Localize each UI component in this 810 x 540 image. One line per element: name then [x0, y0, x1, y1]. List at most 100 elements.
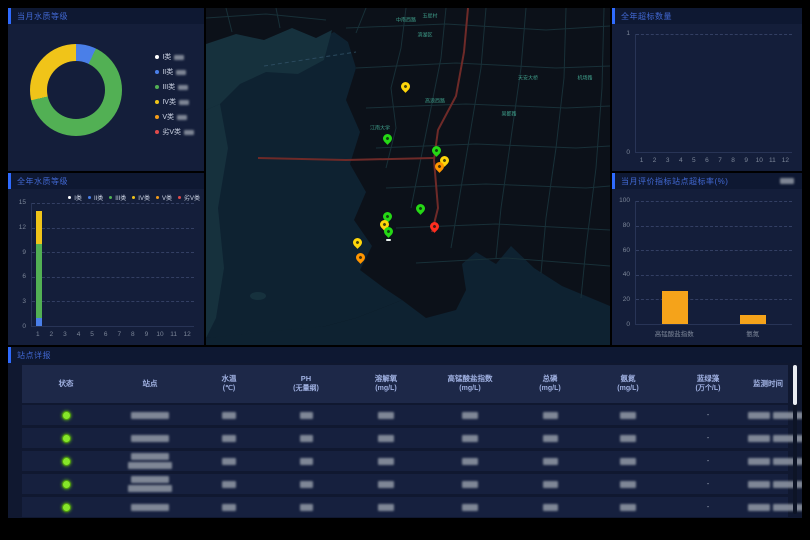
panel-month-grade: 当月水质等级 I类II类III类IV类V类劣V类 — [8, 8, 204, 171]
value-masked — [222, 504, 236, 511]
x-tick-label: 5 — [85, 331, 99, 338]
bar-slot — [167, 203, 181, 326]
bar-slot — [113, 203, 127, 326]
table-cell — [22, 480, 110, 489]
status-dot-icon — [62, 457, 71, 466]
table-cell — [428, 458, 512, 465]
panel-title: 当月评价指标站点超标率(%) — [621, 176, 728, 187]
table-cell: - — [668, 412, 748, 419]
legend-dot-icon — [155, 115, 159, 119]
legend-dot-icon — [156, 196, 159, 199]
map-place-label: 机场路 — [577, 75, 592, 82]
bar-slot — [714, 34, 727, 152]
y-tick-label: 0 — [22, 323, 26, 330]
bar-slot — [636, 201, 714, 324]
map[interactable]: 中南西路五星村滨湖区天安大桥机场路高浪西路吴都路江南大学 — [206, 8, 610, 345]
table-cell — [268, 435, 344, 442]
time-clock-masked — [773, 412, 802, 419]
bar-slot — [181, 203, 195, 326]
value-masked — [620, 435, 636, 442]
bar-slot — [86, 203, 100, 326]
table-scrollbar[interactable] — [793, 365, 797, 514]
time-date-masked — [748, 435, 770, 442]
algae-value: - — [707, 504, 709, 511]
time-date-masked — [748, 412, 770, 419]
value-masked — [543, 412, 558, 419]
plot-area — [635, 201, 792, 325]
value-masked — [378, 435, 394, 442]
map-pin[interactable] — [351, 236, 364, 249]
time-clock-masked — [773, 481, 802, 488]
y-tick-label: 12 — [19, 224, 26, 231]
x-axis: 123456789101112 — [31, 328, 194, 341]
table-column-header: 溶解氧(mg/L) — [344, 373, 428, 395]
bar-slot — [688, 34, 701, 152]
corner-note-masked[interactable] — [780, 178, 794, 184]
donut-chart[interactable] — [30, 44, 122, 136]
legend-item[interactable]: I类 — [68, 193, 82, 202]
map-pin[interactable] — [428, 220, 441, 233]
x-tick-label: 8 — [126, 331, 140, 338]
table-body: ----- — [22, 405, 788, 514]
legend-dot-icon — [132, 196, 135, 199]
legend-item[interactable]: 劣V类 — [155, 127, 194, 137]
table-cell — [110, 453, 190, 469]
legend-dot-icon — [155, 70, 159, 74]
time-clock-masked — [773, 504, 802, 511]
value-masked — [462, 504, 478, 511]
legend-item[interactable]: III类 — [109, 193, 126, 202]
y-tick-label: 9 — [22, 249, 26, 256]
legend-item[interactable]: II类 — [88, 193, 103, 202]
legend-label: I类 — [162, 52, 171, 62]
station-name-masked — [131, 504, 169, 511]
panel-station-table-header: 站点详报 — [8, 347, 802, 363]
legend-item[interactable]: IV类 — [132, 193, 150, 202]
table-cell: - — [668, 458, 748, 465]
x-tick-label: 7 — [112, 331, 126, 338]
y-tick-label: 0 — [626, 321, 630, 328]
time-date-masked — [748, 458, 770, 465]
x-tick-label: 氨氮 — [714, 328, 793, 338]
y-tick-label: 3 — [22, 298, 26, 305]
value-masked — [620, 504, 636, 511]
map-pin[interactable] — [399, 80, 412, 93]
legend-item[interactable]: V类 — [155, 112, 194, 122]
map-place-label: 中南西路 — [396, 17, 416, 24]
x-axis: 高锰酸盐指数氨氮 — [635, 326, 792, 339]
legend-item[interactable]: V类 — [156, 193, 172, 202]
bar-slot — [154, 203, 168, 326]
x-tick-label: 9 — [740, 157, 753, 164]
map-pin[interactable] — [430, 144, 443, 157]
table-cell — [22, 503, 110, 512]
map-pin[interactable] — [414, 202, 427, 215]
bar-slot — [753, 34, 766, 152]
legend-item[interactable]: 劣V类 — [178, 193, 200, 202]
value-masked — [462, 458, 478, 465]
x-tick-label: 3 — [58, 331, 72, 338]
table-cell — [344, 435, 428, 442]
bar-slot — [32, 203, 46, 326]
legend-dot-icon — [68, 196, 71, 199]
map-pin[interactable] — [354, 251, 367, 264]
table-cell — [190, 412, 268, 419]
table-cell — [190, 504, 268, 511]
bar-slot — [714, 201, 792, 324]
legend-item[interactable]: IV类 — [155, 97, 194, 107]
value-masked — [462, 481, 478, 488]
map-place-label: 五星村 — [422, 13, 437, 20]
x-tick-label: 高锰酸盐指数 — [635, 328, 714, 338]
legend-item[interactable]: II类 — [155, 67, 194, 77]
x-tick-label: 7 — [713, 157, 726, 164]
time-clock-masked — [773, 458, 802, 465]
table-scrollbar-thumb[interactable] — [793, 365, 797, 405]
legend-label: V类 — [162, 193, 172, 202]
legend-item[interactable]: III类 — [155, 82, 194, 92]
bar-slot — [662, 34, 675, 152]
station-name-masked — [131, 412, 169, 419]
map-pin[interactable] — [381, 132, 394, 145]
x-axis: 123456789101112 — [635, 154, 792, 167]
legend-item[interactable]: I类 — [155, 52, 194, 62]
table-cell — [512, 435, 588, 442]
algae-value: - — [707, 435, 709, 442]
panel-station-table: 站点详报 状态站点水温(℃)PH(无量纲)溶解氧(mg/L)高锰酸盐指数(mg/… — [8, 347, 802, 518]
